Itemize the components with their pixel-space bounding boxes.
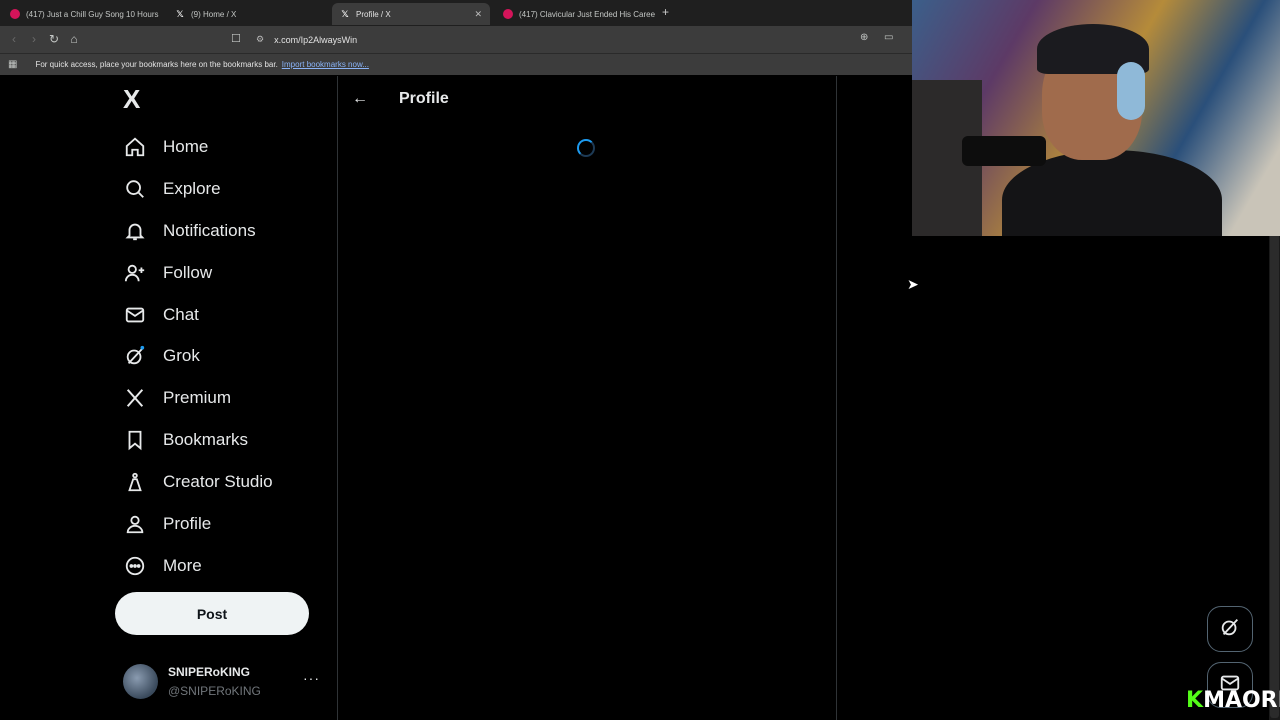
- bookmarks-hint: For quick access, place your bookmarks h…: [35, 60, 278, 69]
- nav-label: Bookmarks: [163, 430, 249, 450]
- nav-item-chat[interactable]: Chat: [123, 294, 273, 336]
- import-bookmarks-link[interactable]: Import bookmarks now...: [282, 60, 369, 69]
- envelope-icon: [123, 303, 147, 327]
- browser-tab[interactable]: (417) Just a Chill Guy Song 10 Hours: [2, 3, 167, 25]
- search-icon: [123, 177, 147, 201]
- tab-title: (417) Just a Chill Guy Song 10 Hours: [26, 9, 159, 19]
- nav-label: Premium: [163, 388, 232, 408]
- home-icon: [123, 135, 147, 159]
- add-person-icon: [123, 261, 147, 285]
- nav-label: Creator Studio: [163, 472, 273, 492]
- zoom-icon[interactable]: ⊕: [860, 32, 868, 43]
- back-arrow-icon[interactable]: ←: [352, 90, 368, 108]
- person-icon: [123, 512, 147, 536]
- apps-grid-icon[interactable]: ▦: [8, 59, 17, 70]
- bookmark-icon: [123, 428, 147, 452]
- nav-item-profile[interactable]: Profile: [123, 503, 273, 545]
- nav-label: Chat: [163, 304, 199, 324]
- loading-spinner-icon: [577, 139, 595, 157]
- nav-item-premium[interactable]: Premium: [123, 377, 273, 419]
- nav-item-bookmarks[interactable]: Bookmarks: [123, 419, 273, 461]
- youtube-icon: [10, 9, 20, 19]
- nav-label: Profile: [163, 513, 212, 533]
- x-icon: 𝕏: [341, 8, 349, 19]
- account-switcher[interactable]: SNIPERoKING @SNIPERoKING ···: [123, 664, 323, 700]
- nav-label: Follow: [163, 262, 213, 282]
- account-name: SNIPERoKING: [168, 665, 251, 679]
- nav-item-creator-studio[interactable]: Creator Studio: [123, 461, 273, 503]
- x-logo-icon: [123, 386, 147, 410]
- page-title: Profile: [399, 90, 449, 107]
- primary-nav: Home Explore Notifications Follow Chat G…: [123, 126, 273, 587]
- cast-icon[interactable]: ▭: [884, 32, 893, 43]
- nav-label: Explore: [163, 178, 221, 198]
- browser-toolbar: ‹ › ↻ ⌂ ☐ ⚙ x.com/Ip2AlwaysWin ⊕ ▭: [0, 26, 912, 53]
- nav-item-explore[interactable]: Explore: [123, 168, 273, 210]
- nav-item-notifications[interactable]: Notifications: [123, 210, 273, 252]
- nav-item-more[interactable]: More: [123, 545, 273, 587]
- nav-label: Home: [163, 136, 209, 156]
- nav-item-home[interactable]: Home: [123, 126, 273, 168]
- brand-k: K: [1186, 688, 1204, 713]
- brand-text: MAORI: [1203, 688, 1280, 713]
- post-button[interactable]: Post: [115, 592, 309, 635]
- url-input[interactable]: ⚙ x.com/Ip2AlwaysWin: [250, 30, 905, 49]
- webcam-overlay: [912, 0, 1280, 236]
- more-circle-icon: [123, 554, 147, 578]
- x-logo-icon[interactable]: X: [123, 86, 149, 112]
- reload-icon[interactable]: ↻: [47, 32, 61, 46]
- grok-float-button[interactable]: [1207, 606, 1253, 652]
- grok-icon: [1219, 616, 1241, 643]
- browser-tab[interactable]: 𝕏 (9) Home / X: [167, 3, 332, 25]
- nav-item-grok[interactable]: Grok: [123, 335, 273, 377]
- tab-title: (417) Clavicular Just Ended His Caree: [519, 9, 655, 19]
- bookmark-star-icon[interactable]: ☐: [231, 32, 241, 45]
- new-tab-button[interactable]: +: [662, 5, 669, 19]
- x-icon: 𝕏: [176, 8, 184, 19]
- nav-item-follow[interactable]: Follow: [123, 252, 273, 294]
- mouse-cursor-icon: ➤: [907, 276, 919, 292]
- youtube-icon: [503, 9, 513, 19]
- bookmarks-bar: ▦ For quick access, place your bookmarks…: [0, 53, 912, 75]
- tab-title: Profile / X: [356, 9, 391, 19]
- browser-tab-active[interactable]: 𝕏 Profile / X ✕: [332, 3, 490, 25]
- avatar: [123, 664, 158, 699]
- headphones-icon: [1117, 62, 1145, 120]
- account-handle: @SNIPERoKING: [168, 684, 261, 698]
- browser-tab[interactable]: (417) Clavicular Just Ended His Caree: [495, 3, 655, 25]
- main-column: ← Profile: [337, 76, 837, 720]
- tab-title: (9) Home / X: [191, 9, 237, 19]
- nav-label: Notifications: [163, 220, 256, 240]
- nav-label: More: [163, 555, 202, 575]
- stream-brand-logo: KMAORI: [1186, 688, 1280, 713]
- flask-icon: [123, 470, 147, 494]
- bell-icon: [123, 219, 147, 243]
- close-icon[interactable]: ✕: [474, 9, 482, 20]
- nav-label: Grok: [163, 346, 200, 366]
- home-icon[interactable]: ⌂: [67, 32, 81, 46]
- url-text: x.com/Ip2AlwaysWin: [274, 34, 358, 45]
- grok-icon: [123, 344, 147, 368]
- microphone-icon: [962, 136, 1046, 166]
- site-info-icon[interactable]: ⚙: [256, 34, 264, 45]
- forward-icon[interactable]: ›: [27, 32, 41, 46]
- back-icon[interactable]: ‹: [7, 32, 21, 46]
- more-options-icon[interactable]: ···: [303, 670, 320, 686]
